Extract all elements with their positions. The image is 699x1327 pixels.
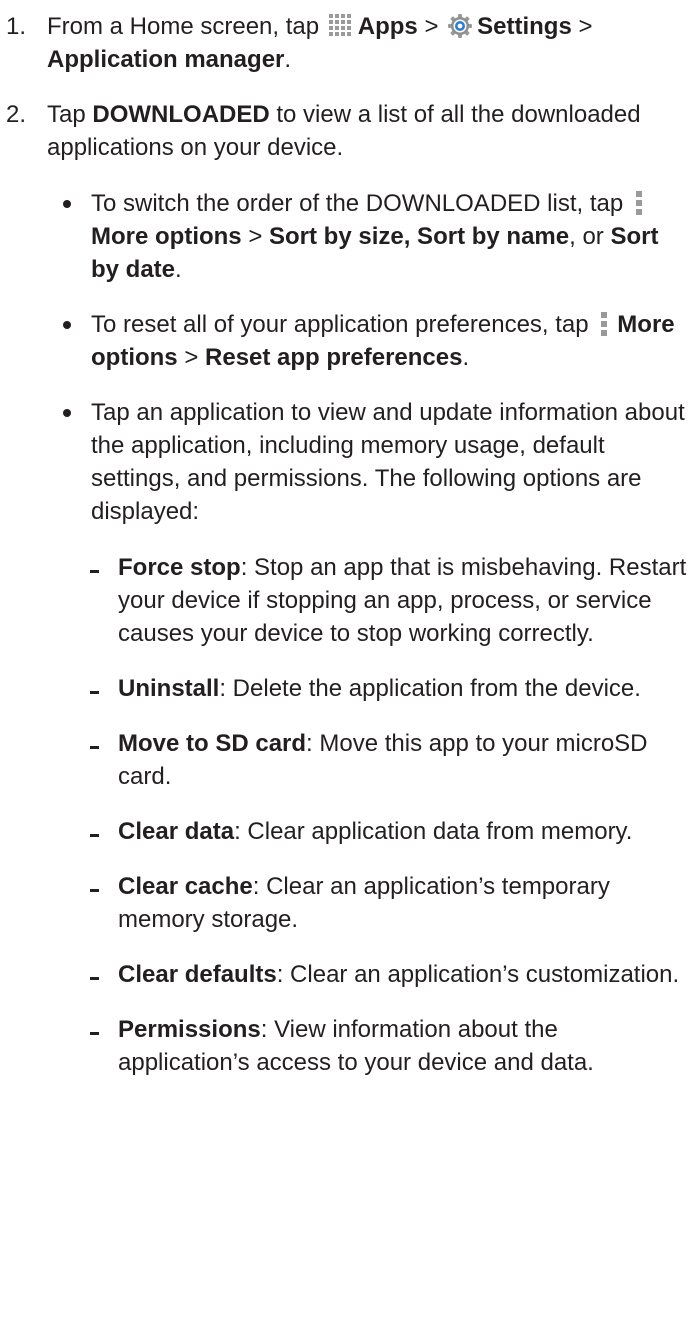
step-number: 2. [6, 101, 27, 128]
list-item: Force stop: Stop an app that is misbehav… [0, 551, 688, 650]
dash-icon [90, 691, 99, 694]
option-term: Move to SD card [118, 730, 307, 757]
more-options-icon [635, 191, 642, 215]
apps-grid-icon [328, 12, 354, 38]
step-1: 1. From a Home screen, tap Apps > Settin… [0, 10, 697, 76]
separator: > [248, 223, 263, 250]
bullet-list: To switch the order of the DOWNLOADED li… [0, 187, 697, 1079]
list-item: Clear cache: Clear an application’s temp… [0, 870, 688, 936]
list-item: Uninstall: Delete the application from t… [0, 672, 688, 705]
settings-label: Settings [477, 13, 572, 40]
separator: > [578, 13, 593, 40]
option-description: : Clear an application’s customization. [276, 961, 680, 988]
settings-gear-icon [447, 13, 473, 39]
bullet-icon [63, 409, 71, 417]
step-number: 1. [6, 13, 27, 40]
option-term: Clear defaults [118, 961, 277, 988]
option-term: Clear cache [118, 873, 253, 900]
list-item: Clear defaults: Clear an application’s c… [0, 958, 688, 991]
dash-icon [90, 977, 99, 980]
bullet-text: To switch the order of the DOWNLOADED li… [91, 190, 624, 217]
dash-icon [90, 889, 99, 892]
sort-options-label: Sort by size, Sort by name [269, 223, 570, 250]
list-item: Permissions: View information about the … [0, 1013, 688, 1079]
list-item: Move to SD card: Move this app to your m… [0, 727, 688, 793]
list-item: Clear data: Clear application data from … [0, 815, 688, 848]
bullet-text: Tap an application to view and update in… [91, 399, 685, 525]
period: . [462, 344, 470, 371]
bullet-text: To reset all of your application prefere… [91, 311, 589, 338]
bullet-text: , or [569, 223, 604, 250]
step-text: Tap [47, 101, 86, 128]
separator: > [184, 344, 199, 371]
step-text: From a Home screen, tap [47, 13, 320, 40]
dash-icon [90, 834, 99, 837]
application-manager-label: Application manager [47, 46, 285, 73]
option-description: : Delete the application from the device… [219, 675, 641, 702]
step-2: 2. Tap DOWNLOADED to view a list of all … [0, 98, 697, 1079]
option-term: Clear data [118, 818, 235, 845]
list-item: To reset all of your application prefere… [0, 308, 691, 374]
list-item: To switch the order of the DOWNLOADED li… [0, 187, 691, 286]
separator: > [424, 13, 439, 40]
bullet-icon [63, 321, 71, 329]
downloaded-label: DOWNLOADED [92, 101, 270, 128]
apps-label: Apps [357, 13, 418, 40]
option-term: Uninstall [118, 675, 220, 702]
option-term: Permissions [118, 1016, 261, 1043]
option-description: : Clear application data from memory. [234, 818, 633, 845]
period: . [284, 46, 292, 73]
list-item: Tap an application to view and update in… [0, 396, 691, 1079]
period: . [175, 256, 182, 283]
option-term: Force stop [118, 554, 241, 581]
options-list: Force stop: Stop an app that is misbehav… [0, 551, 691, 1079]
dash-icon [90, 746, 99, 749]
more-options-label: More options [91, 223, 242, 250]
dash-icon [90, 1032, 99, 1035]
bullet-icon [63, 200, 71, 208]
reset-app-preferences-label: Reset app preferences [205, 344, 463, 371]
instructions-page: 1. From a Home screen, tap Apps > Settin… [0, 0, 699, 1327]
dash-icon [90, 570, 99, 573]
more-options-icon [601, 312, 608, 336]
